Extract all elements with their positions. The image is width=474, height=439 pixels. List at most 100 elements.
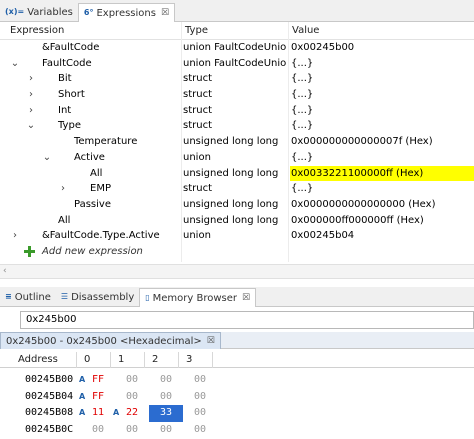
expression-name: Int xyxy=(58,104,72,116)
expression-value[interactable]: 0x000000ff000000ff (Hex) xyxy=(290,213,474,229)
expression-value[interactable]: {...} xyxy=(290,181,474,197)
memory-tab-bar: ≡ Outline ☰ Disassembly ▯ Memory Browser… xyxy=(0,287,474,307)
tab-disassembly[interactable]: ☰ Disassembly xyxy=(56,288,139,306)
tab-expressions[interactable]: 6° Expressions ☒ xyxy=(77,3,176,22)
expression-name: &FaultCode.Type.Active xyxy=(42,230,160,242)
expression-value[interactable]: {...} xyxy=(290,71,474,87)
expressions-icon: 6° xyxy=(83,8,94,17)
memory-byte[interactable]: 00 xyxy=(186,405,214,422)
memory-row: 00245B08 A 11 A 22 33 00 xyxy=(0,405,474,422)
chevron-down-icon[interactable]: ⌄ xyxy=(26,118,36,134)
chevron-right-icon[interactable]: › xyxy=(26,87,36,103)
expression-value[interactable]: {...} xyxy=(290,103,474,119)
memory-byte[interactable]: 11 xyxy=(84,405,112,422)
memory-byte[interactable]: 22 xyxy=(118,405,146,422)
expression-type: union xyxy=(183,230,211,242)
memory-row: 00245B00 A FF 00 00 00 xyxy=(0,372,474,389)
expressions-column-header: Expression Type Value xyxy=(0,22,474,40)
memory-byte[interactable]: 00 xyxy=(152,389,180,406)
tree-row[interactable]: All unsigned long long 0x0033221100000ff (… xyxy=(0,165,474,182)
add-new-expression-row[interactable]: Add new expression xyxy=(0,244,474,260)
memory-byte[interactable]: FF xyxy=(84,389,112,406)
close-icon[interactable]: ☒ xyxy=(207,336,215,346)
column-header-expression[interactable]: Expression xyxy=(10,25,64,36)
memory-address: 00245B00 xyxy=(25,374,74,385)
tree-row[interactable]: › EMP struct {...} xyxy=(0,181,474,197)
tree-row[interactable]: Temperature unsigned long long 0x000000000… xyxy=(0,134,474,150)
chevron-down-icon[interactable]: ⌄ xyxy=(10,56,20,72)
expression-value-highlighted[interactable]: 0x0033221100000ff (Hex) xyxy=(290,165,474,182)
column-header-byte-0: 0 xyxy=(84,354,91,365)
memory-grid: 00245B00 A FF 00 00 00 00245B04 A FF 00 … xyxy=(0,372,474,438)
memory-byte[interactable]: 00 xyxy=(152,372,180,389)
expression-value[interactable]: 0x0000000000000000 (Hex) xyxy=(290,197,474,213)
expression-type: struct xyxy=(183,73,212,85)
close-icon[interactable]: ☒ xyxy=(242,293,250,303)
tree-row[interactable]: ⌄ Active union {...} xyxy=(0,150,474,166)
memory-byte[interactable]: 00 xyxy=(118,389,146,406)
expression-value[interactable]: {...} xyxy=(290,56,474,72)
address-input[interactable]: 0x245b00 xyxy=(20,311,474,329)
scroll-left-icon[interactable]: ‹ xyxy=(3,266,7,276)
chevron-right-icon[interactable]: › xyxy=(26,71,36,87)
tree-row[interactable]: ⌄ FaultCode union FaultCodeUnion {...} xyxy=(0,56,474,72)
column-divider xyxy=(76,352,77,368)
column-header-byte-1: 1 xyxy=(118,354,125,365)
expression-value[interactable]: 0x00245b04 xyxy=(290,228,474,244)
outline-icon: ≡ xyxy=(5,292,12,301)
tree-row[interactable]: › Bit struct {...} xyxy=(0,71,474,87)
memory-byte[interactable]: FF xyxy=(84,372,112,389)
column-header-type[interactable]: Type xyxy=(185,25,208,36)
tree-row[interactable]: › Short struct {...} xyxy=(0,87,474,103)
tab-outline-label: Outline xyxy=(14,291,51,303)
variables-icon: (x)= xyxy=(5,7,25,16)
memory-byte[interactable]: 00 xyxy=(118,422,146,439)
chevron-right-icon[interactable]: › xyxy=(58,181,68,197)
memory-byte-selected[interactable]: 33 xyxy=(149,405,183,422)
tab-variables[interactable]: (x)= Variables xyxy=(0,3,78,21)
memory-byte[interactable]: 00 xyxy=(186,422,214,439)
expression-value[interactable]: {...} xyxy=(290,87,474,103)
tab-memory-browser[interactable]: ▯ Memory Browser ☒ xyxy=(139,288,257,307)
chevron-right-icon[interactable]: › xyxy=(26,103,36,119)
tree-row[interactable]: › Int struct {...} xyxy=(0,103,474,119)
tree-row[interactable]: Passive unsigned long long 0x0000000000000… xyxy=(0,197,474,213)
memory-column-header: Address 0 1 2 3 xyxy=(0,352,474,368)
tab-outline[interactable]: ≡ Outline xyxy=(0,288,56,306)
memory-byte[interactable]: 00 xyxy=(186,372,214,389)
tree-row[interactable]: › &FaultCode.Type.Active union 0x00245b04 xyxy=(0,228,474,244)
close-icon[interactable]: ☒ xyxy=(161,8,169,18)
tab-expressions-label: Expressions xyxy=(96,7,156,19)
memory-byte[interactable]: 00 xyxy=(186,389,214,406)
memory-byte[interactable]: 00 xyxy=(84,422,112,439)
expressions-tree: &FaultCode union FaultCodeUnion 0x00245b00… xyxy=(0,40,474,260)
expression-type: union FaultCodeUnion xyxy=(183,42,287,53)
horizontal-scrollbar[interactable]: ‹ xyxy=(0,264,474,279)
expression-type: struct xyxy=(183,120,212,132)
add-new-expression-label: Add new expression xyxy=(42,245,143,257)
expression-value[interactable]: {...} xyxy=(290,150,474,166)
expression-name: All xyxy=(90,167,103,179)
tab-memory-monitor[interactable]: 0x245b00 - 0x245b00 <Hexadecimal> ☒ xyxy=(0,332,221,349)
memory-row: 00245B04 A FF 00 00 00 xyxy=(0,389,474,406)
chevron-right-icon[interactable]: › xyxy=(10,228,20,244)
expression-name: FaultCode xyxy=(42,57,92,69)
expression-name: Temperature xyxy=(74,136,138,148)
column-header-value[interactable]: Value xyxy=(292,25,319,36)
memory-browser-icon: ▯ xyxy=(145,293,150,302)
tree-row[interactable]: All unsigned long long 0x000000ff000000ff … xyxy=(0,213,474,229)
memory-byte[interactable]: 00 xyxy=(118,372,146,389)
column-header-byte-3: 3 xyxy=(186,354,193,365)
column-header-address: Address xyxy=(18,354,58,365)
expression-name: EMP xyxy=(90,183,111,195)
expression-value[interactable]: 0x00245b00 xyxy=(290,40,474,56)
expression-value[interactable]: {...} xyxy=(290,118,474,134)
memory-byte[interactable]: 00 xyxy=(152,422,180,439)
expression-type: union xyxy=(183,151,211,163)
expressions-tab-bar: (x)= Variables 6° Expressions ☒ xyxy=(0,0,474,22)
expression-value[interactable]: 0x000000000000007f (Hex) xyxy=(290,134,474,150)
expression-type: struct xyxy=(183,183,212,195)
tree-row[interactable]: ⌄ Type struct {...} xyxy=(0,118,474,134)
chevron-down-icon[interactable]: ⌄ xyxy=(42,150,52,166)
tree-row[interactable]: &FaultCode union FaultCodeUnion 0x00245b00 xyxy=(0,40,474,56)
